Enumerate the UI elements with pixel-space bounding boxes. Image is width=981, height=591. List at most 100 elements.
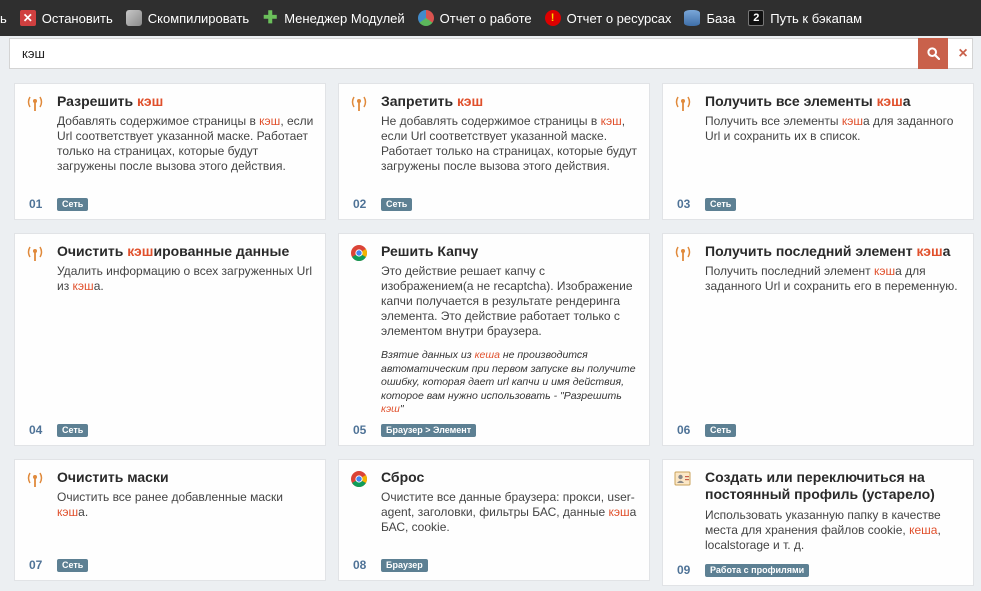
category-badge: Сеть bbox=[381, 198, 413, 211]
card-number: 04 bbox=[29, 423, 43, 437]
category-badge: Сеть bbox=[57, 198, 89, 211]
search-icon bbox=[926, 47, 940, 60]
compile-button[interactable]: Скомпилировать bbox=[120, 0, 256, 36]
clear-search-button[interactable]: × bbox=[954, 39, 972, 68]
network-icon bbox=[26, 244, 44, 262]
category-badge: Сеть bbox=[705, 424, 737, 437]
backup-path-button[interactable]: 2 Путь к бэкапам bbox=[742, 0, 869, 36]
category-badge: Браузер bbox=[381, 559, 428, 572]
resources-report-button[interactable]: ! Отчет о ресурсах bbox=[539, 0, 679, 36]
database-button[interactable]: База bbox=[678, 0, 742, 36]
work-report-button[interactable]: Отчет о работе bbox=[412, 0, 539, 36]
highlight-match: кэш bbox=[381, 403, 400, 415]
card-description: Получить все элементы кэша для заданного… bbox=[705, 114, 963, 144]
card-title: Очистить кэшированные данные bbox=[57, 243, 313, 260]
category-badge: Сеть bbox=[57, 559, 89, 572]
card-title: Получить последний элемент кэша bbox=[705, 243, 961, 260]
text-fragment: Очистить маски bbox=[57, 469, 169, 485]
text-fragment: Получить все элементы bbox=[705, 114, 842, 128]
stop-button[interactable]: ✕ Остановить bbox=[14, 0, 120, 36]
toolbar-item-label: ь bbox=[0, 10, 7, 26]
highlight-match: кеша bbox=[909, 523, 938, 537]
text-fragment: ированные данные bbox=[153, 243, 290, 259]
highlight-match: кэш bbox=[916, 243, 943, 259]
action-card[interactable]: Решить Капчу Это действие решает капчу с … bbox=[338, 233, 650, 446]
action-card[interactable]: Получить последний элемент кэша Получить … bbox=[662, 233, 974, 446]
text-fragment: Очистить bbox=[57, 243, 128, 259]
action-card[interactable]: Очистить кэшированные данные Удалить инфо… bbox=[14, 233, 326, 446]
card-title: Сброс bbox=[381, 469, 637, 486]
text-fragment: Запретить bbox=[381, 93, 457, 109]
card-description: Очистить все ранее добавленные маски кэш… bbox=[57, 490, 315, 520]
close-icon: × bbox=[958, 44, 968, 62]
highlight-match: кэш bbox=[127, 243, 154, 259]
text-fragment: Получить последний элемент bbox=[705, 264, 874, 278]
text-fragment: Сброс bbox=[381, 469, 425, 485]
text-fragment: Использовать указанную папку в качестве … bbox=[705, 508, 941, 537]
toolbar-item-label: Остановить bbox=[41, 10, 113, 26]
action-card[interactable]: Получить все элементы кэша Получить все э… bbox=[662, 83, 974, 220]
search-input[interactable] bbox=[10, 39, 918, 68]
card-note: Взятие данных из кеша не производится ав… bbox=[381, 349, 637, 417]
highlight-match: кэш bbox=[873, 264, 896, 278]
card-description: Получить последний элемент кэша для зада… bbox=[705, 264, 963, 294]
text-fragment: Получить последний элемент bbox=[705, 243, 917, 259]
search-button[interactable] bbox=[918, 38, 948, 69]
card-title: Получить все элементы кэша bbox=[705, 93, 961, 110]
toolbar-item-label: Скомпилировать bbox=[147, 10, 250, 26]
action-card[interactable]: Сброс Очистите все данные браузера: прокс… bbox=[338, 459, 650, 581]
category-badge: Работа с профилями bbox=[705, 564, 810, 577]
toolbar-item-partial[interactable]: ь bbox=[0, 0, 14, 36]
toolbar-item-label: Отчет о ресурсах bbox=[566, 10, 672, 26]
network-icon bbox=[26, 470, 44, 488]
action-card[interactable]: Создать или переключиться на постоянный … bbox=[662, 459, 974, 586]
card-number: 02 bbox=[353, 197, 367, 211]
network-icon bbox=[350, 94, 368, 112]
toolbar-item-label: База bbox=[706, 10, 736, 26]
card-number: 01 bbox=[29, 197, 43, 211]
text-fragment: а. bbox=[93, 279, 104, 293]
card-title: Запретить кэш bbox=[381, 93, 637, 110]
card-number: 03 bbox=[677, 197, 691, 211]
highlight-match: кэш bbox=[600, 114, 622, 128]
card-description: Использовать указанную папку в качестве … bbox=[705, 508, 963, 553]
category-badge: Сеть bbox=[57, 424, 89, 437]
card-description: Добавлять содержимое страницы в кэш, есл… bbox=[57, 114, 315, 174]
highlight-match: кэш bbox=[841, 114, 864, 128]
toolbar-item-label: Менеджер Модулей bbox=[284, 10, 405, 26]
text-fragment: Получить все элементы bbox=[705, 93, 877, 109]
highlight-match: кэш bbox=[876, 93, 903, 109]
category-badge: Сеть bbox=[705, 198, 737, 211]
highlight-match: кэш bbox=[608, 505, 630, 519]
card-number: 06 bbox=[677, 423, 691, 437]
text-fragment: а. bbox=[78, 505, 89, 519]
warning-icon: ! bbox=[544, 10, 561, 26]
card-description: Не добавлять содержимое страницы в кэш, … bbox=[381, 114, 639, 174]
module-manager-button[interactable]: ✚ Менеджер Модулей bbox=[256, 0, 411, 36]
card-number: 07 bbox=[29, 558, 43, 572]
highlight-match: кэш bbox=[57, 505, 79, 519]
card-description: Это действие решает капчу с изображением… bbox=[381, 264, 639, 339]
text-fragment: а bbox=[942, 243, 951, 259]
text-fragment: Очистите все данные браузера: прокси, us… bbox=[381, 490, 635, 519]
action-card[interactable]: Запретить кэш Не добавлять содержимое стр… bbox=[338, 83, 650, 220]
highlight-match: кэш bbox=[72, 279, 94, 293]
card-number: 09 bbox=[677, 563, 691, 577]
text-fragment: Очистить все ранее добавленные маски bbox=[57, 490, 283, 504]
text-fragment: Решить Капчу bbox=[381, 243, 479, 259]
action-card[interactable]: Разрешить кэш Добавлять содержимое страни… bbox=[14, 83, 326, 220]
card-title: Разрешить кэш bbox=[57, 93, 313, 110]
toolbar-item-label: Путь к бэкапам bbox=[770, 10, 863, 26]
text-fragment: Разрешить bbox=[57, 93, 138, 109]
profile-icon bbox=[674, 470, 692, 488]
card-number: 05 bbox=[353, 423, 367, 437]
action-card[interactable]: Очистить маски Очистить все ранее добавле… bbox=[14, 459, 326, 581]
card-title: Создать или переключиться на постоянный … bbox=[705, 469, 961, 503]
toolbar: ь ✕ Остановить Скомпилировать ✚ Менеджер… bbox=[0, 0, 981, 36]
search-bar: × bbox=[9, 38, 973, 69]
text-fragment: Взятие данных из bbox=[381, 349, 475, 361]
puzzle-icon: ✚ bbox=[263, 8, 278, 27]
toolbar-item-label: Отчет о работе bbox=[439, 10, 532, 26]
highlight-match: кэш bbox=[259, 114, 281, 128]
card-number: 08 bbox=[353, 558, 367, 572]
